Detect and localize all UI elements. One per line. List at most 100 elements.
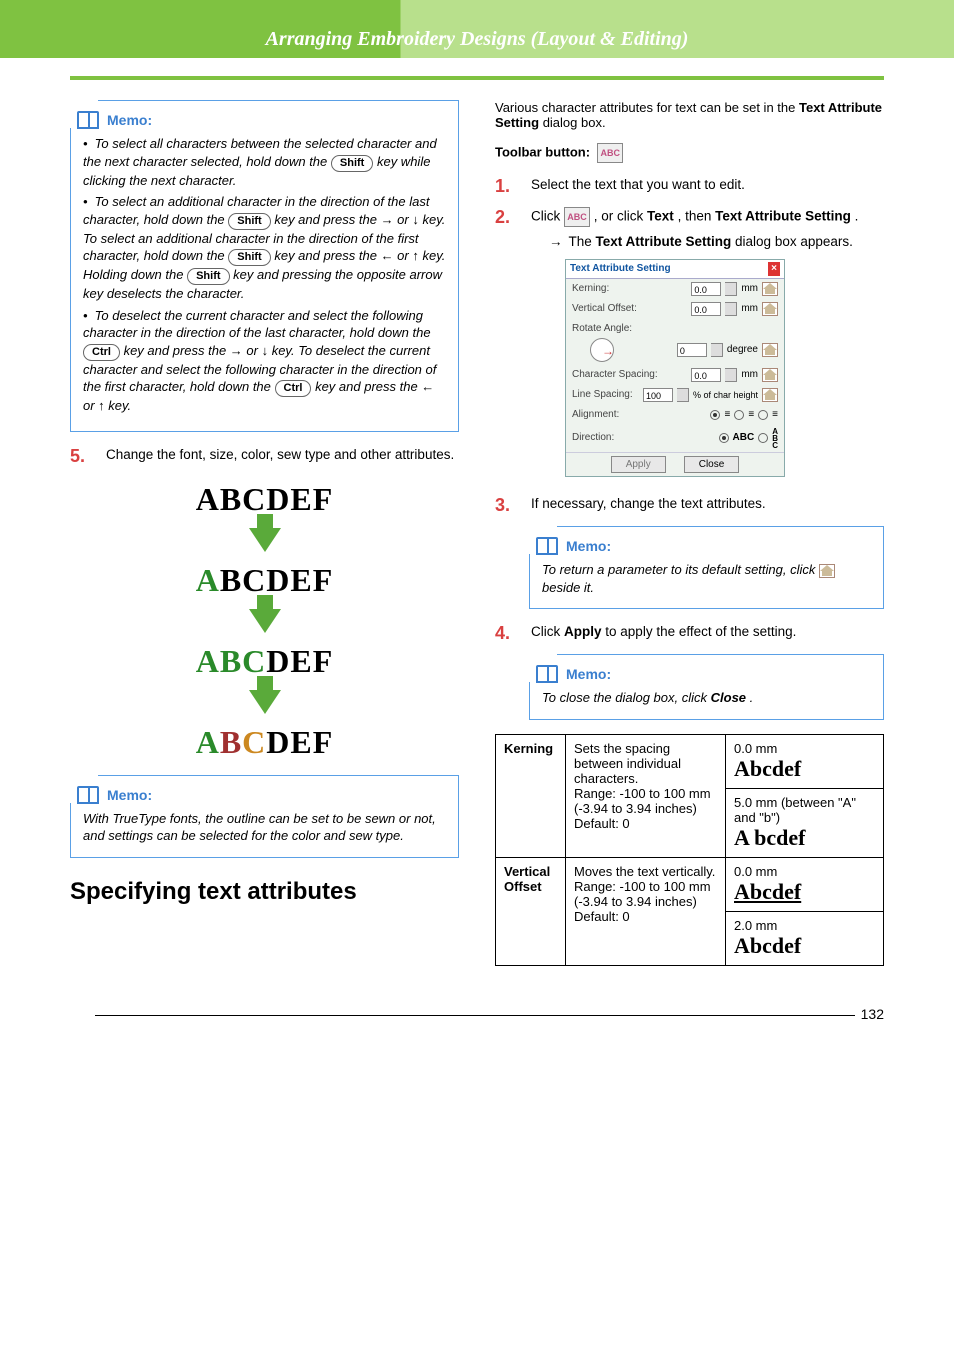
rotate-dial[interactable]: → (590, 338, 614, 362)
attr-desc: Moves the text vertically. Range: -100 t… (566, 857, 726, 965)
example-label: 2.0 mm (734, 918, 875, 933)
charspacing-label: Character Spacing: (572, 368, 658, 382)
step-text: Select the text that you want to edit. (531, 176, 884, 194)
reset-icon[interactable] (762, 368, 778, 382)
rotate-label: Rotate Angle: (572, 322, 632, 336)
reset-icon[interactable] (762, 343, 778, 357)
page-number: 132 (861, 1006, 884, 1022)
step-text: Click Apply to apply the effect of the s… (531, 623, 884, 641)
illustration-sequence: ABCDEF ABCDEF ABCDEF ABCDEF (70, 481, 459, 761)
example-text: Abcdef (734, 756, 875, 782)
reset-icon[interactable] (762, 282, 778, 296)
attributes-table: Kerning Sets the spacing between individ… (495, 734, 884, 966)
shift-key: Shift (228, 249, 270, 266)
down-arrow-icon (249, 690, 281, 714)
direction-horizontal-label: ABC (733, 431, 755, 445)
down-arrow-icon (249, 609, 281, 633)
example-label: 0.0 mm (734, 741, 875, 756)
dialog-title: Text Attribute Setting (570, 262, 671, 276)
close-button[interactable]: Close (684, 456, 740, 474)
shift-key: Shift (187, 268, 229, 285)
memo-box-reset: Memo: To return a parameter to its defau… (529, 526, 884, 609)
memo-label: Memo: (566, 666, 611, 682)
memo-text: . (750, 690, 754, 705)
shift-key: Shift (331, 155, 373, 172)
example-text: Abcdef (734, 933, 875, 959)
align-left-icon: ≡ (724, 408, 730, 422)
step-text: Click ABC , or click Text , then Text At… (531, 207, 884, 485)
spinner-icon[interactable] (725, 368, 737, 382)
top-banner: Arranging Embroidery Designs (Layout & E… (0, 0, 954, 58)
align-right-radio[interactable] (758, 410, 768, 420)
toolbar-button-label: Toolbar button: (495, 144, 590, 159)
step-2: 2. Click ABC , or click Text , then Text… (495, 207, 884, 485)
spinner-icon[interactable] (677, 388, 689, 402)
voffset-label: Vertical Offset: (572, 302, 637, 316)
toolbar-button-row: Toolbar button: ABC (495, 143, 884, 163)
spinner-icon[interactable] (725, 302, 737, 316)
example-text: A bcdef (734, 825, 875, 851)
close-icon[interactable]: × (768, 262, 780, 276)
step-number: 5. (70, 446, 92, 467)
step-number: 1. (495, 176, 517, 197)
direction-horizontal-radio[interactable] (719, 433, 729, 443)
spinner-icon[interactable] (711, 343, 723, 357)
spinner-icon[interactable] (725, 282, 737, 296)
align-center-icon: ≡ (748, 408, 754, 422)
example-label: 0.0 mm (734, 864, 875, 879)
voffset-input[interactable]: 0.0 (691, 302, 721, 316)
charspacing-input[interactable]: 0.0 (691, 368, 721, 382)
chapter-title: Arranging Embroidery Designs (Layout & E… (0, 28, 954, 51)
example-label: 5.0 mm (between "A" and "b") (734, 795, 875, 825)
step-number: 4. (495, 623, 517, 644)
memo-label: Memo: (107, 787, 152, 803)
memo-text: With TrueType fonts, the outline can be … (83, 811, 436, 844)
book-icon (77, 111, 99, 129)
arrow-right-icon: → (549, 233, 563, 251)
ctrl-key: Ctrl (275, 380, 312, 397)
linespacing-label: Line Spacing: (572, 388, 633, 402)
align-right-icon: ≡ (772, 408, 778, 422)
reset-icon[interactable] (762, 388, 778, 402)
step-text: If necessary, change the text attributes… (531, 495, 884, 513)
step-text: Change the font, size, color, sew type a… (106, 446, 459, 464)
step-4: 4. Click Apply to apply the effect of th… (495, 623, 884, 644)
text-attribute-dialog: Text Attribute Setting × Kerning: 0.0 mm (565, 259, 785, 477)
align-left-radio[interactable] (710, 410, 720, 420)
step-3: 3. If necessary, change the text attribu… (495, 495, 884, 516)
memo-text: To close the dialog box, click (542, 690, 711, 705)
section-heading: Specifying text attributes (70, 878, 459, 906)
reset-icon[interactable] (762, 302, 778, 316)
apply-button[interactable]: Apply (611, 456, 666, 474)
rotate-input[interactable]: 0 (677, 343, 707, 357)
alignment-label: Alignment: (572, 408, 619, 422)
memo-label: Memo: (566, 538, 611, 554)
memo-box-selection: Memo: • To select all characters between… (70, 100, 459, 432)
align-center-radio[interactable] (734, 410, 744, 420)
right-column: Various character attributes for text ca… (495, 100, 884, 966)
linespacing-input[interactable]: 100 (643, 388, 673, 402)
step-1: 1. Select the text that you want to edit… (495, 176, 884, 197)
abc-toolbar-icon[interactable]: ABC (564, 207, 590, 227)
direction-vertical-radio[interactable] (758, 433, 768, 443)
book-icon (536, 537, 558, 555)
intro-paragraph: Various character attributes for text ca… (495, 100, 884, 130)
step-number: 2. (495, 207, 517, 228)
abc-sample: ABCDEF (196, 724, 334, 761)
table-row: Vertical Offset Moves the text verticall… (496, 857, 884, 911)
table-row: Kerning Sets the spacing between individ… (496, 734, 884, 788)
kerning-input[interactable]: 0.0 (691, 282, 721, 296)
memo-text: beside it. (542, 580, 594, 595)
direction-vertical-icon: ABC (772, 428, 778, 449)
abc-sample: ABCDEF (196, 481, 334, 518)
step-5: 5. Change the font, size, color, sew typ… (70, 446, 459, 467)
abc-toolbar-icon[interactable]: ABC (597, 143, 623, 163)
direction-label: Direction: (572, 431, 614, 445)
ctrl-key: Ctrl (83, 344, 120, 361)
book-icon (536, 665, 558, 683)
shift-key: Shift (228, 213, 270, 230)
attr-name: Vertical Offset (504, 864, 550, 894)
reset-icon[interactable] (819, 564, 835, 578)
left-column: Memo: • To select all characters between… (70, 100, 459, 966)
memo-text: To deselect the current character and se… (83, 308, 431, 341)
